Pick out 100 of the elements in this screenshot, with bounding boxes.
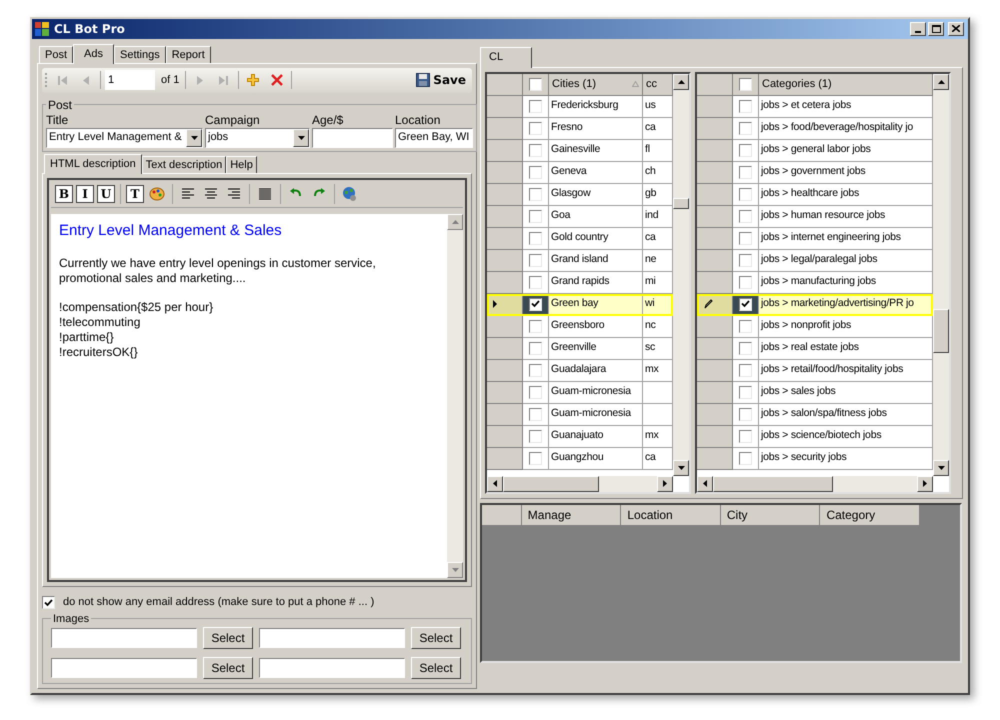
column-header[interactable]: Category <box>820 504 920 526</box>
vertical-scrollbar[interactable] <box>673 74 689 476</box>
dropdown-button[interactable] <box>186 128 202 146</box>
scroll-up-button[interactable] <box>933 74 949 90</box>
checkbox[interactable] <box>529 364 542 376</box>
checkbox[interactable] <box>739 364 752 376</box>
add-icon <box>247 74 260 86</box>
checkbox[interactable] <box>739 210 752 222</box>
select-button[interactable]: Select <box>203 657 253 679</box>
tab[interactable]: CL <box>480 46 532 68</box>
checkbox[interactable] <box>739 166 752 178</box>
scroll-thumb[interactable] <box>673 198 689 208</box>
checkbox[interactable] <box>529 144 542 156</box>
checkbox[interactable] <box>739 408 752 420</box>
checkbox[interactable] <box>739 452 752 464</box>
scroll-down-button[interactable] <box>933 460 949 476</box>
checkbox[interactable] <box>739 320 752 332</box>
checkbox[interactable] <box>529 430 542 442</box>
horizontal-scrollbar[interactable] <box>697 476 933 492</box>
checkbox[interactable] <box>739 254 752 266</box>
checkbox[interactable] <box>739 100 752 112</box>
column-header[interactable]: cc <box>643 74 673 96</box>
checkbox[interactable] <box>529 100 542 112</box>
checkbox[interactable] <box>529 342 542 354</box>
tab[interactable]: Settings <box>114 46 166 62</box>
format-button[interactable]: U <box>97 185 115 203</box>
tab[interactable]: Post <box>39 46 74 62</box>
checkbox[interactable] <box>739 430 752 442</box>
checkbox[interactable] <box>739 276 752 288</box>
save-button[interactable]: Save <box>413 70 469 90</box>
input-field[interactable] <box>259 658 405 678</box>
maximize-button[interactable] <box>928 22 944 36</box>
tab[interactable]: Report <box>166 46 211 62</box>
tab[interactable]: Text description <box>142 156 226 172</box>
scroll-down-button[interactable] <box>673 460 689 476</box>
input-field[interactable] <box>312 128 393 148</box>
checkbox[interactable] <box>529 254 542 266</box>
format-button[interactable]: B <box>55 185 73 203</box>
checkbox[interactable] <box>529 210 542 222</box>
checkbox[interactable] <box>529 166 542 178</box>
checkbox[interactable] <box>529 452 542 464</box>
column-header[interactable] <box>523 74 549 96</box>
table-cell: Geneva <box>549 162 643 184</box>
checkbox[interactable] <box>739 386 752 398</box>
column-header[interactable]: Manage <box>522 504 622 526</box>
checkbox[interactable] <box>529 188 542 200</box>
scroll-thumb[interactable] <box>713 476 833 492</box>
input-field[interactable] <box>51 658 197 678</box>
table-cell: Guangzhou <box>549 448 643 470</box>
select-button[interactable]: Select <box>411 657 461 679</box>
checkbox[interactable] <box>739 122 752 134</box>
checkbox[interactable] <box>529 386 542 398</box>
format-button[interactable]: I <box>76 185 94 203</box>
dropdown-button[interactable] <box>293 128 309 146</box>
row-header[interactable] <box>697 294 733 316</box>
column-header[interactable]: Location <box>621 504 721 526</box>
input-field[interactable]: Green Bay, WI <box>395 128 473 148</box>
checkbox[interactable] <box>739 78 752 90</box>
select-button[interactable]: Select <box>203 627 253 649</box>
input-field[interactable] <box>51 628 197 648</box>
minimize-button[interactable] <box>910 22 926 36</box>
tab[interactable]: HTML description <box>44 154 142 174</box>
tab[interactable]: Ads <box>73 44 114 64</box>
dropdown[interactable]: jobs <box>205 128 310 148</box>
scroll-left-button[interactable] <box>697 476 713 492</box>
input-field[interactable] <box>259 628 405 648</box>
checkbox[interactable] <box>42 596 55 609</box>
column-header[interactable]: City <box>720 504 820 526</box>
column-header[interactable]: Cities (1) <box>549 74 643 96</box>
checkbox[interactable] <box>529 298 542 310</box>
column-header[interactable]: Categories (1) <box>759 74 933 96</box>
horizontal-scrollbar[interactable] <box>487 476 673 492</box>
select-button[interactable]: Select <box>411 627 461 649</box>
current-row-icon <box>493 300 497 308</box>
format-button[interactable]: T <box>126 185 144 203</box>
tab[interactable]: Help <box>226 156 257 172</box>
scroll-left-button[interactable] <box>487 476 503 492</box>
checkbox[interactable] <box>739 232 752 244</box>
scroll-thumb[interactable] <box>933 308 949 352</box>
checkbox[interactable] <box>529 408 542 420</box>
right-arrow-icon <box>923 480 927 487</box>
checkbox[interactable] <box>529 320 542 332</box>
position-field[interactable]: 1 <box>105 70 155 90</box>
checkbox[interactable] <box>739 342 752 354</box>
scroll-up-button[interactable] <box>673 74 689 90</box>
checkbox[interactable] <box>739 188 752 200</box>
scroll-right-button[interactable] <box>657 476 673 492</box>
scroll-right-button[interactable] <box>917 476 933 492</box>
close-button[interactable] <box>948 22 964 36</box>
checkbox[interactable] <box>739 298 752 310</box>
checkbox[interactable] <box>529 232 542 244</box>
checkbox[interactable] <box>529 276 542 288</box>
column-header[interactable] <box>733 74 759 96</box>
sort-icon <box>632 81 639 87</box>
scroll-thumb[interactable] <box>503 476 599 492</box>
checkbox[interactable] <box>529 122 542 134</box>
checkbox[interactable] <box>529 78 542 90</box>
dropdown[interactable]: Entry Level Management & <box>46 128 203 148</box>
checkbox[interactable] <box>739 144 752 156</box>
vertical-scrollbar[interactable] <box>933 74 949 476</box>
